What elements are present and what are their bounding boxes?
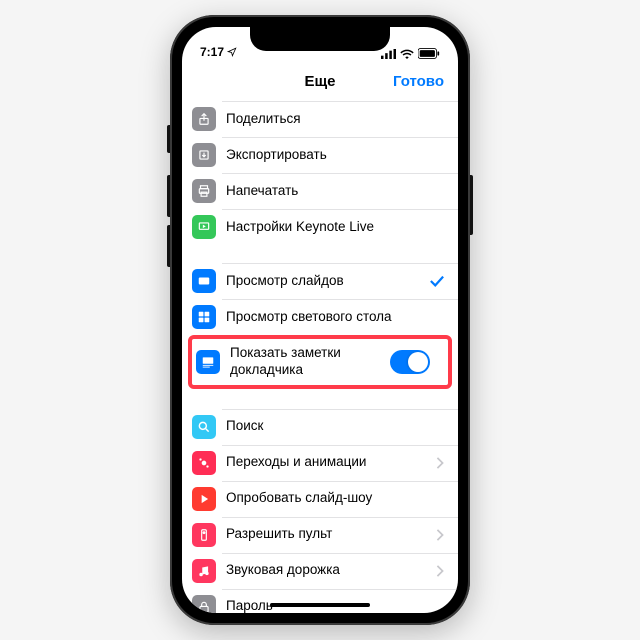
row-password[interactable]: Пароль — [182, 589, 458, 613]
row-label: Напечатать — [226, 183, 444, 200]
wifi-icon — [400, 49, 414, 59]
export-icon — [192, 143, 216, 167]
navbar: Еще Готово — [182, 61, 458, 101]
row-share[interactable]: Поделиться — [182, 101, 458, 137]
search-icon — [192, 415, 216, 439]
row-label: Показать заметки докладчика — [230, 345, 390, 379]
slideview-icon — [192, 269, 216, 293]
row-print[interactable]: Напечатать — [182, 173, 458, 209]
lighttable-icon — [192, 305, 216, 329]
row-label: Опробовать слайд-шоу — [226, 490, 444, 507]
shownotes-icon — [196, 350, 220, 374]
row-lighttable[interactable]: Просмотр светового стола — [182, 299, 458, 335]
row-label: Настройки Keynote Live — [226, 219, 444, 236]
row-label: Поделиться — [226, 111, 444, 128]
settings-list[interactable]: Поделиться Экспортировать Напечатать Настро… — [182, 101, 458, 613]
chevron-right-icon — [436, 457, 444, 469]
row-label: Экспортировать — [226, 147, 444, 164]
password-icon — [192, 595, 216, 613]
checkmark-icon — [430, 275, 444, 287]
notch — [250, 27, 390, 51]
row-label: Разрешить пульт — [226, 526, 436, 543]
print-icon — [192, 179, 216, 203]
remote-icon — [192, 523, 216, 547]
transitions-icon — [192, 451, 216, 475]
row-label: Звуковая дорожка — [226, 562, 436, 579]
phone-frame: 7:17 Еще Готово Поделиться Экспортировать… — [170, 15, 470, 625]
highlight-box: Показать заметки докладчика — [188, 335, 452, 389]
row-slideview[interactable]: Просмотр слайдов — [182, 263, 458, 299]
row-label: Переходы и анимации — [226, 454, 436, 471]
status-time: 7:17 — [200, 45, 224, 59]
home-indicator[interactable] — [270, 603, 370, 607]
share-icon — [192, 107, 216, 131]
nav-title: Еще — [304, 73, 335, 90]
row-kn-live[interactable]: Настройки Keynote Live — [182, 209, 458, 245]
row-search[interactable]: Поиск — [182, 409, 458, 445]
row-audio[interactable]: Звуковая дорожка — [182, 553, 458, 589]
battery-icon — [418, 48, 440, 59]
signal-icon — [381, 49, 396, 59]
location-icon — [227, 47, 237, 57]
row-transitions[interactable]: Переходы и анимации — [182, 445, 458, 481]
audio-icon — [192, 559, 216, 583]
row-tryshow[interactable]: Опробовать слайд-шоу — [182, 481, 458, 517]
chevron-right-icon — [436, 565, 444, 577]
row-remote[interactable]: Разрешить пульт — [182, 517, 458, 553]
row-shownotes[interactable]: Показать заметки докладчика — [192, 341, 444, 383]
row-label: Просмотр светового стола — [226, 309, 444, 326]
row-export[interactable]: Экспортировать — [182, 137, 458, 173]
screen: 7:17 Еще Готово Поделиться Экспортировать… — [182, 27, 458, 613]
row-label: Поиск — [226, 418, 444, 435]
tryshow-icon — [192, 487, 216, 511]
toggle-shownotes[interactable] — [390, 350, 430, 374]
done-button[interactable]: Готово — [393, 73, 444, 90]
kn-live-icon — [192, 215, 216, 239]
chevron-right-icon — [436, 529, 444, 541]
row-label: Просмотр слайдов — [226, 273, 430, 290]
